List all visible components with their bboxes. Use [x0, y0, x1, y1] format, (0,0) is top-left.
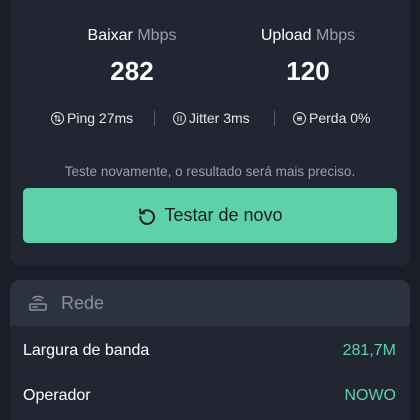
bandwidth-value: 281,7M — [342, 342, 396, 359]
retest-button-label: Testar de novo — [164, 205, 283, 225]
loss-text: Perda 0% — [309, 110, 371, 126]
download-metric: Baixar Mbps 282 — [52, 26, 212, 86]
jitter-icon — [173, 111, 186, 125]
network-row-operator: Operador NOWO — [10, 385, 410, 409]
network-title: Rede — [61, 293, 105, 313]
operator-value: NOWO — [344, 387, 396, 404]
operator-label: Operador — [23, 387, 91, 404]
speedtest-screen: Baixar Mbps 282 Upload Mbps 120 Ping 27m… — [0, 0, 420, 420]
upload-unit: Mbps — [316, 27, 356, 44]
download-label: Baixar Mbps — [52, 26, 212, 46]
packet-loss-icon — [293, 111, 306, 125]
download-value: 282 — [110, 56, 154, 86]
upload-label: Upload Mbps — [228, 26, 388, 46]
bandwidth-label: Largura de banda — [23, 342, 150, 359]
ping-stat: Ping 27ms — [51, 108, 133, 128]
jitter-stat: Jitter 3ms — [173, 108, 250, 128]
upload-label-text: Upload — [260, 27, 312, 44]
result-card: Baixar Mbps 282 Upload Mbps 120 Ping 27m… — [10, 0, 410, 266]
upload-value: 120 — [286, 56, 330, 86]
network-row-bandwidth: Largura de banda 281,7M — [10, 340, 410, 364]
retest-button[interactable]: Testar de novo — [23, 188, 397, 243]
upload-metric: Upload Mbps 120 — [228, 26, 388, 86]
retest-hint: Teste novamente, o resultado será mais p… — [64, 164, 356, 179]
router-icon — [27, 292, 49, 319]
stats-divider — [274, 111, 275, 126]
ping-icon — [51, 111, 64, 125]
restart-icon — [137, 206, 157, 226]
network-card: Rede Largura de banda 281,7M Operador NO… — [10, 280, 410, 420]
network-header: Rede — [10, 280, 410, 326]
stats-divider — [154, 111, 155, 126]
stats-row: Ping 27ms Jitter 3ms Perda 0% — [10, 108, 410, 128]
jitter-text: Jitter 3ms — [189, 110, 250, 126]
download-label-text: Baixar — [87, 27, 133, 44]
loss-stat: Perda 0% — [293, 108, 370, 128]
download-unit: Mbps — [137, 27, 177, 44]
ping-text: Ping 27ms — [67, 110, 134, 126]
